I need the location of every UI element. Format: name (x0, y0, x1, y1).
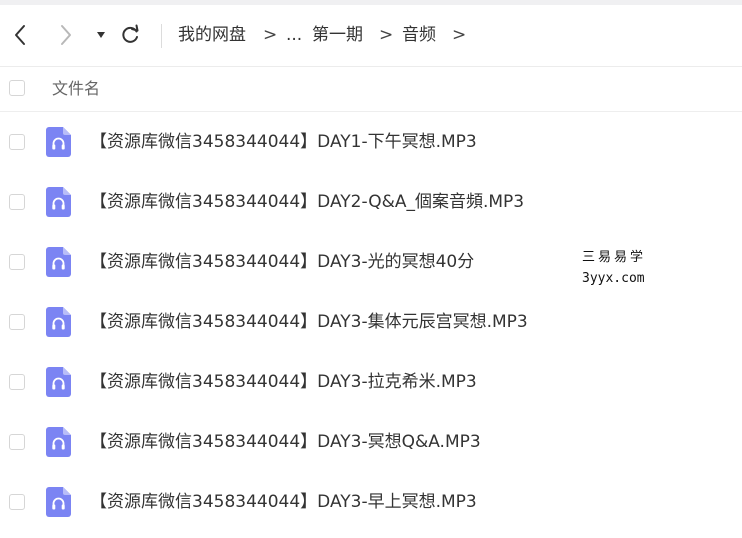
column-header-filename[interactable]: 文件名 (52, 78, 100, 100)
file-name[interactable]: 【资源库微信3458344044】DAY3-冥想Q&A.MP3 (90, 431, 481, 453)
chevron-right-icon (61, 25, 71, 45)
breadcrumb-ellipsis[interactable]: ... (286, 24, 302, 46)
refresh-button[interactable] (118, 21, 142, 49)
chevron-left-icon (15, 25, 25, 45)
row-checkbox[interactable] (9, 314, 25, 330)
file-name[interactable]: 【资源库微信3458344044】DAY3-集体元辰宫冥想.MP3 (90, 311, 528, 333)
refresh-icon (122, 24, 139, 43)
audio-file-icon (46, 187, 71, 217)
breadcrumb-separator: > (379, 25, 394, 45)
row-checkbox[interactable] (9, 374, 25, 390)
breadcrumb-separator: > (452, 25, 467, 45)
file-name[interactable]: 【资源库微信3458344044】DAY1-下午冥想.MP3 (90, 131, 477, 153)
history-dropdown-button[interactable] (89, 21, 113, 49)
file-row[interactable]: 【资源库微信3458344044】DAY3-拉克希米.MP3 (0, 352, 742, 412)
forward-button[interactable] (54, 21, 78, 49)
row-checkbox[interactable] (9, 254, 25, 270)
list-header: 文件名 (0, 67, 742, 112)
breadcrumb-folder-1[interactable]: 第一期 (312, 24, 363, 46)
row-checkbox[interactable] (9, 494, 25, 510)
breadcrumb-root[interactable]: 我的网盘 (178, 24, 246, 46)
back-button[interactable] (8, 21, 32, 49)
file-row[interactable]: 【资源库微信3458344044】DAY1-下午冥想.MP3 (0, 112, 742, 172)
file-name[interactable]: 【资源库微信3458344044】DAY3-光的冥想40分 (90, 251, 474, 273)
row-checkbox[interactable] (9, 194, 25, 210)
audio-file-icon (46, 247, 71, 277)
audio-file-icon (46, 427, 71, 457)
file-row[interactable]: 【资源库微信3458344044】DAY3-冥想Q&A.MP3 (0, 412, 742, 472)
select-all-checkbox[interactable] (9, 80, 25, 96)
toolbar-divider (161, 24, 162, 48)
file-row[interactable]: 【资源库微信3458344044】DAY3-早上冥想.MP3 (0, 472, 742, 532)
caret-down-icon (97, 32, 105, 38)
watermark-line-1: 三易易学 (582, 250, 647, 265)
file-row[interactable]: 【资源库微信3458344044】DAY3-集体元辰宫冥想.MP3 (0, 292, 742, 352)
file-row[interactable]: 【资源库微信3458344044】DAY2-Q&A_個案音頻.MP3 (0, 172, 742, 232)
row-checkbox[interactable] (9, 134, 25, 150)
audio-file-icon (46, 487, 71, 517)
breadcrumb-folder-2[interactable]: 音频 (402, 24, 436, 46)
audio-file-icon (46, 127, 71, 157)
row-checkbox[interactable] (9, 434, 25, 450)
watermark: 三易易学 3yyx.com (582, 249, 646, 288)
toolbar: 我的网盘 > ... 第一期 > 音频 > (0, 5, 742, 67)
watermark-line-2: 3yyx.com (582, 271, 645, 286)
breadcrumb-separator: > (263, 25, 278, 45)
file-name[interactable]: 【资源库微信3458344044】DAY2-Q&A_個案音頻.MP3 (90, 191, 524, 213)
file-name[interactable]: 【资源库微信3458344044】DAY3-拉克希米.MP3 (90, 371, 477, 393)
audio-file-icon (46, 367, 71, 397)
file-name[interactable]: 【资源库微信3458344044】DAY3-早上冥想.MP3 (90, 491, 477, 513)
audio-file-icon (46, 307, 71, 337)
